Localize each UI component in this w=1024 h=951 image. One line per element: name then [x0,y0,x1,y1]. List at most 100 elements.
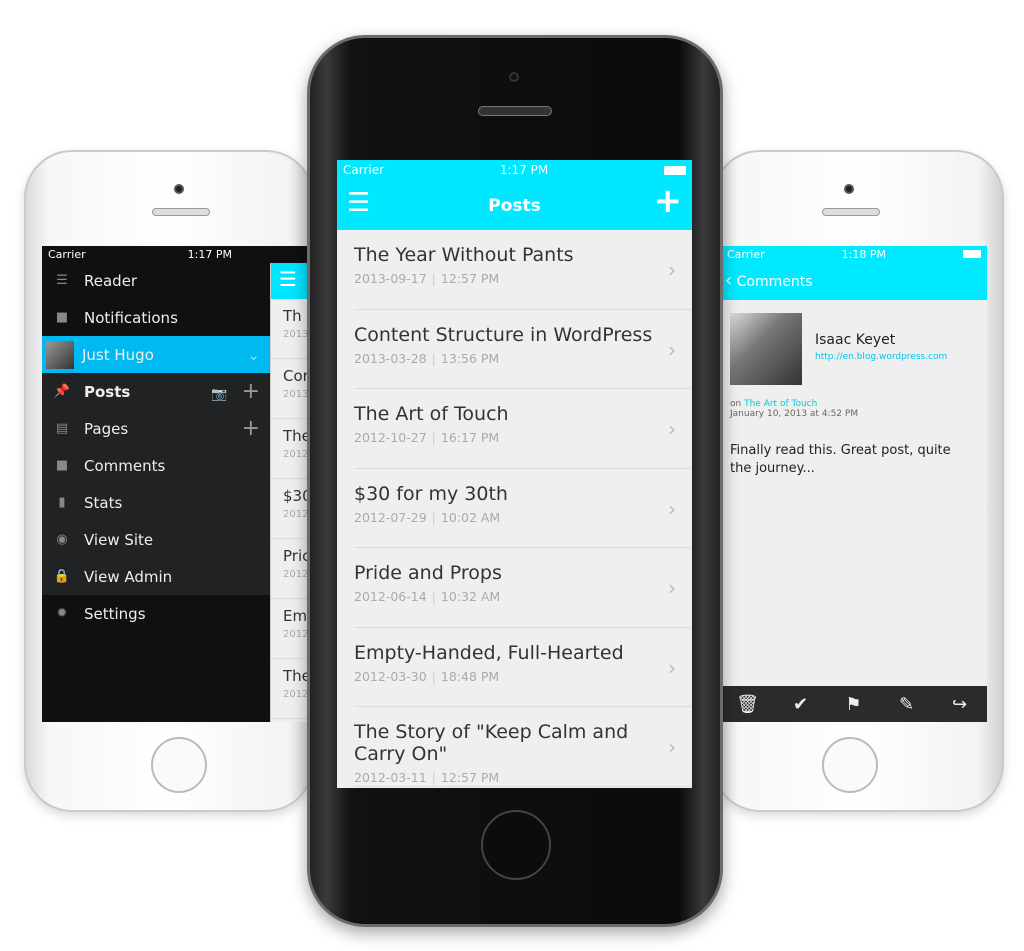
post-link[interactable]: The Art of Touch [744,399,817,409]
post-row[interactable]: Content Structure in WordPress 2013-03-28… [354,310,692,389]
home-button[interactable] [822,737,878,793]
chevron-right-icon: › [668,258,676,282]
post-row[interactable]: Empty-Handed, Full-Hearted 2012-03-30 | 18:… [354,628,692,707]
chevron-right-icon: › [668,496,676,521]
peek-date: 2012 [283,449,309,460]
peek-date: 2012 [283,629,309,640]
comment-date: January 10, 2013 at 4:52 PM [730,409,859,419]
comment-body: Finally read this. Great post, quite the… [730,443,951,476]
eye-icon: ◉ [56,532,68,547]
post-title: The Story of "Keep Calm and Carry On" [354,721,629,765]
edit-icon[interactable]: ✎ [880,694,933,715]
peek-date: 2013 [283,329,309,340]
left-phone: Carrier 1:17 PM ☰ Reader ■ Notifications Jus… [24,150,314,812]
chevron-right-icon: › [668,417,676,441]
peek-date: 2012 [283,569,309,580]
comment-author: Isaac Keyet [815,332,896,348]
menu-item-pages[interactable]: ▤ Pages + [42,410,270,447]
post-title: $30 for my 30th [354,482,508,505]
notification-icon: ■ [55,310,69,325]
post-row[interactable]: The Art of Touch 2012-10-27 | 16:17 PM › [354,389,692,469]
blog-selector[interactable]: Just Hugo ⌄ [42,336,270,373]
back-button[interactable]: ‹ Comments [725,270,813,291]
menu-item-settings[interactable]: ✹ Settings [42,595,270,632]
author-url[interactable]: http://en.blog.wordpress.com [815,352,947,362]
post-row[interactable]: $30 for my 30th 2012-07-29 | 10:02 AM › [354,469,692,548]
trash-icon[interactable]: 🗑 [721,694,774,715]
battery-icon [664,165,686,175]
gear-icon: ✹ [56,606,68,621]
status-bar: Carrier 1:17 PM [42,246,310,262]
peek-post-row[interactable]: Pric 2012 [271,539,310,599]
menu-item-comments[interactable]: ■ Comments [42,447,270,484]
chevron-right-icon: › [668,655,676,680]
peek-post-row[interactable]: Con 2013 [271,359,310,419]
post-title: The Art of Touch [354,403,509,425]
camera-plus-icon[interactable]: 📷 [211,387,227,402]
post-date: 2013-09-17 [354,271,427,286]
back-label: Comments [736,274,813,290]
blog-avatar [46,340,74,369]
post-title: The Year Without Pants [354,244,574,266]
chevron-right-icon: › [668,337,676,362]
carrier: Carrier [48,247,86,261]
time: 1:18 PM [841,247,886,261]
menu-item-notifications[interactable]: ■ Notifications [42,299,270,336]
menu-item-view-site[interactable]: ◉ View Site [42,521,270,558]
right-phone: Carrier 1:18 PM ‹ Comments Isaac Keyet h… [712,150,1004,812]
post-title: Content Structure in WordPress [354,323,653,346]
peek-post-row[interactable]: The Car 2012 [271,659,310,719]
plus-icon[interactable]: + [242,379,260,404]
speaker [478,106,552,116]
nav-bar: Carrier 1:17 PM ☰ Posts + [337,160,692,230]
home-button[interactable] [481,810,551,880]
peek-post-row[interactable]: Emp 2012 [271,599,310,659]
add-post-button[interactable]: + [654,184,683,218]
post-row[interactable]: Pride and Props 2012-06-14 | 10:32 AM › [354,548,692,628]
post-title: Pride and Props [354,562,502,584]
reply-icon[interactable]: ↪ [933,694,986,715]
battery-icon [962,250,981,258]
chevron-left-icon: ‹ [725,270,733,291]
nav-title: Posts [488,196,541,216]
comment-context: on The Art of Touch January 10, 2013 at … [730,399,858,419]
home-button[interactable] [151,737,207,793]
peek-post-row[interactable]: Th 2013 [271,299,310,359]
camera [174,184,184,194]
on-prefix: on [730,399,742,409]
pin-icon: 📌 [53,384,71,399]
reader-icon: ☰ [56,273,68,288]
peek-post-row[interactable]: The 2012 [271,419,310,479]
post-time: 13:56 PM [440,350,500,366]
lock-icon: 🔒 [53,569,71,584]
post-date: 2012-06-14 [354,589,427,604]
stats-icon: ▮ [58,495,66,510]
peek-title: The [283,427,310,445]
post-time: 12:57 PM [440,770,500,785]
post-row[interactable]: The Story of "Keep Calm and Carry On" 201… [354,707,692,787]
peek-post-row[interactable]: $30 2012 [271,479,310,539]
post-row[interactable]: The Year Without Pants 2013-09-17 | 12:57 P… [354,230,692,310]
camera [844,184,854,194]
avatar [730,313,802,385]
menu-item-reader[interactable]: ☰ Reader [42,262,270,299]
camera [509,72,519,82]
post-title: Empty-Handed, Full-Hearted [354,641,624,664]
posts-list: The Year Without Pants 2013-09-17 | 12:57 P… [337,230,692,787]
approve-icon[interactable]: ✔ [774,694,827,715]
time: 1:17 PM [499,163,549,177]
menu-item-stats[interactable]: ▮ Stats [42,484,270,521]
peek-title: The Car [283,667,310,685]
post-time: 10:02 AM [440,509,501,525]
plus-icon[interactable]: + [242,416,260,441]
middle-screen: Carrier 1:17 PM ☰ Posts + The Year Witho… [337,160,692,788]
flag-icon[interactable]: ⚑ [827,694,880,715]
carrier: Carrier [727,247,765,261]
menu-icon[interactable]: ☰ [271,263,310,299]
posts-list-peek[interactable]: ☰ Th2013Con2013The2012$302012Pric2012Emp… [270,263,310,722]
menu-item-posts[interactable]: 📌 Posts 📷 + [42,373,270,410]
peek-date: 2013 [283,389,309,400]
post-time: 18:48 PM [440,668,500,684]
peek-date: 2012 [283,509,309,520]
menu-item-view-admin[interactable]: 🔒 View Admin [42,558,270,595]
